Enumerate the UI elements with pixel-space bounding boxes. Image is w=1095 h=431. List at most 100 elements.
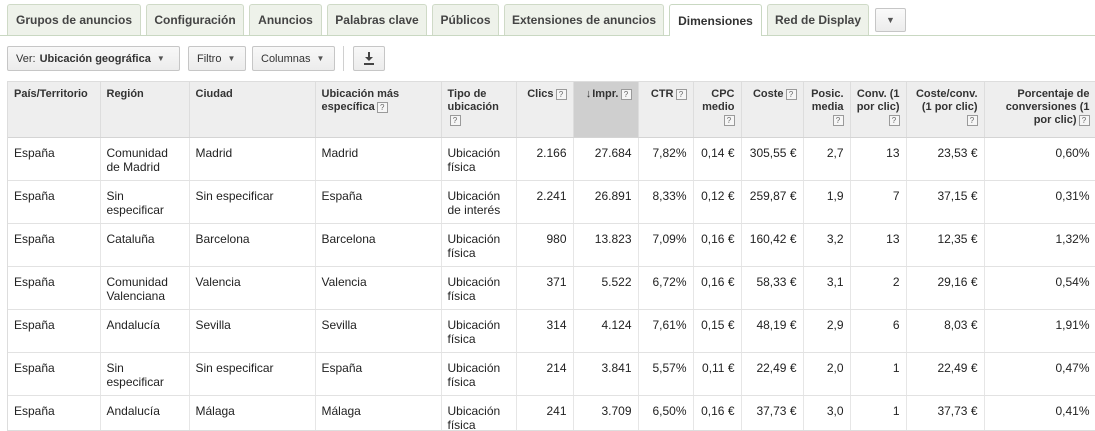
tab-ad-groups[interactable]: Grupos de anuncios <box>7 4 141 35</box>
column-header-pos[interactable]: Posic. media? <box>803 82 851 138</box>
cell-pos: 3,0 <box>803 395 851 430</box>
cell-most_specific: España <box>315 180 442 224</box>
view-prefix: Ver: <box>16 52 36 65</box>
cell-location_type: Ubicación física <box>441 395 517 430</box>
cell-conv_rate: 0,54% <box>984 266 1095 310</box>
tab-ad-extensions[interactable]: Extensiones de anuncios <box>504 4 664 35</box>
table-row[interactable]: España Andalucía Sevilla Sevilla Ubicación f… <box>8 309 1095 353</box>
column-header-country[interactable]: País/Territorio <box>8 82 101 138</box>
cell-impr: 27.684 <box>573 137 639 181</box>
cell-cost_conv: 37,15 € <box>906 180 985 224</box>
column-header-label: Porcentaje de conversiones (1 por clic) <box>1005 88 1090 126</box>
cell-cpc: 0,16 € <box>693 223 742 267</box>
column-header-label: Conv. (1 por clic) <box>856 88 900 113</box>
view-dropdown[interactable]: Ver: Ubicación geográfica ▼ <box>7 46 180 71</box>
column-header-location_type[interactable]: Tipo de ubicación? <box>441 82 517 138</box>
cell-city: Sin especificar <box>189 352 316 396</box>
cell-clicks: 2.241 <box>516 180 574 224</box>
cell-location_type: Ubicación física <box>441 223 517 267</box>
cell-pos: 2,9 <box>803 309 851 353</box>
table-row[interactable]: España Cataluña Barcelona Barcelona Ubicació… <box>8 223 1095 267</box>
column-header-cost_conv[interactable]: Coste/conv. (1 por clic)? <box>906 82 985 138</box>
table-row[interactable]: España Sin especificar Sin especificar Espa… <box>8 352 1095 396</box>
cell-conv_rate: 0,31% <box>984 180 1095 224</box>
cell-clicks: 980 <box>516 223 574 267</box>
tab-display-network[interactable]: Red de Display <box>767 4 869 35</box>
help-icon[interactable]: ? <box>449 114 461 126</box>
cell-cpc: 0,15 € <box>693 309 742 353</box>
help-icon[interactable]: ? <box>555 88 567 100</box>
help-icon[interactable]: ? <box>888 114 900 126</box>
more-tabs-button[interactable]: ▼ <box>875 8 906 32</box>
help-icon[interactable]: ? <box>723 114 735 126</box>
cell-most_specific: España <box>315 352 442 396</box>
column-header-label: Tipo de ubicación <box>447 88 499 113</box>
table-row[interactable]: España Comunidad de Madrid Madrid Madrid Ubi… <box>8 137 1095 181</box>
tab-settings[interactable]: Configuración <box>146 4 244 35</box>
cell-conv: 6 <box>850 309 907 353</box>
column-header-ctr[interactable]: CTR? <box>638 82 694 138</box>
cell-conv_rate: 0,60% <box>984 137 1095 181</box>
cell-conv_rate: 0,47% <box>984 352 1095 396</box>
cell-region: Sin especificar <box>100 180 190 224</box>
filter-button[interactable]: Filtro ▼ <box>188 46 246 71</box>
help-icon[interactable]: ? <box>966 114 978 126</box>
column-header-impr[interactable]: ↓Impr.? <box>573 82 639 138</box>
cell-country: España <box>8 180 101 224</box>
cell-country: España <box>8 223 101 267</box>
help-icon[interactable]: ? <box>785 88 797 100</box>
column-header-conv[interactable]: Conv. (1 por clic)? <box>850 82 907 138</box>
cell-most_specific: Madrid <box>315 137 442 181</box>
table-row[interactable]: España Sin especificar Sin especificar Espa… <box>8 180 1095 224</box>
cell-cost_conv: 23,53 € <box>906 137 985 181</box>
cell-ctr: 7,82% <box>638 137 694 181</box>
cell-location_type: Ubicación física <box>441 137 517 181</box>
help-icon[interactable]: ? <box>376 101 388 113</box>
cell-city: Sevilla <box>189 309 316 353</box>
cell-most_specific: Barcelona <box>315 223 442 267</box>
cell-cost: 305,55 € <box>741 137 804 181</box>
cell-region: Comunidad Valenciana <box>100 266 190 310</box>
cell-pos: 1,9 <box>803 180 851 224</box>
help-icon[interactable]: ? <box>675 88 687 100</box>
cell-region: Sin especificar <box>100 352 190 396</box>
tab-dimensions[interactable]: Dimensiones <box>669 4 762 36</box>
column-header-label: Coste <box>752 88 784 100</box>
column-header-region[interactable]: Región <box>100 82 190 138</box>
cell-country: España <box>8 309 101 353</box>
cell-impr: 13.823 <box>573 223 639 267</box>
column-header-clicks[interactable]: Clics? <box>516 82 574 138</box>
cell-impr: 5.522 <box>573 266 639 310</box>
cell-conv: 2 <box>850 266 907 310</box>
columns-button[interactable]: Columnas ▼ <box>252 46 335 71</box>
cell-conv_rate: 0,41% <box>984 395 1095 430</box>
tab-ads[interactable]: Anuncios <box>249 4 322 35</box>
cell-conv: 1 <box>850 395 907 430</box>
cell-most_specific: Málaga <box>315 395 442 430</box>
table-row[interactable]: España Andalucía Málaga Málaga Ubicación fís… <box>8 395 1095 430</box>
tab-keywords[interactable]: Palabras clave <box>327 4 427 35</box>
table-row[interactable]: España Comunidad Valenciana Valencia Valenc… <box>8 266 1095 310</box>
column-header-conv_rate[interactable]: Porcentaje de conversiones (1 por clic)? <box>984 82 1095 138</box>
cell-country: España <box>8 266 101 310</box>
download-button[interactable] <box>353 46 385 71</box>
cell-cpc: 0,14 € <box>693 137 742 181</box>
cell-pos: 3,1 <box>803 266 851 310</box>
column-header-cpc[interactable]: CPC medio? <box>693 82 742 138</box>
table-header-row: País/Territorio Región Ciudad Ubicación más… <box>8 82 1095 138</box>
column-header-cost[interactable]: Coste? <box>741 82 804 138</box>
help-icon[interactable]: ? <box>832 114 844 126</box>
help-icon[interactable]: ? <box>620 88 632 100</box>
column-header-city[interactable]: Ciudad <box>189 82 316 138</box>
cell-conv_rate: 1,32% <box>984 223 1095 267</box>
cell-conv: 1 <box>850 352 907 396</box>
help-icon[interactable]: ? <box>1078 114 1090 126</box>
tab-label: Dimensiones <box>678 13 753 28</box>
cell-region: Cataluña <box>100 223 190 267</box>
column-header-label: Clics <box>527 88 554 100</box>
column-header-most_specific[interactable]: Ubicación más específica? <box>315 82 442 138</box>
cell-clicks: 314 <box>516 309 574 353</box>
cell-region: Andalucía <box>100 309 190 353</box>
cell-clicks: 2.166 <box>516 137 574 181</box>
tab-audiences[interactable]: Públicos <box>432 4 499 35</box>
